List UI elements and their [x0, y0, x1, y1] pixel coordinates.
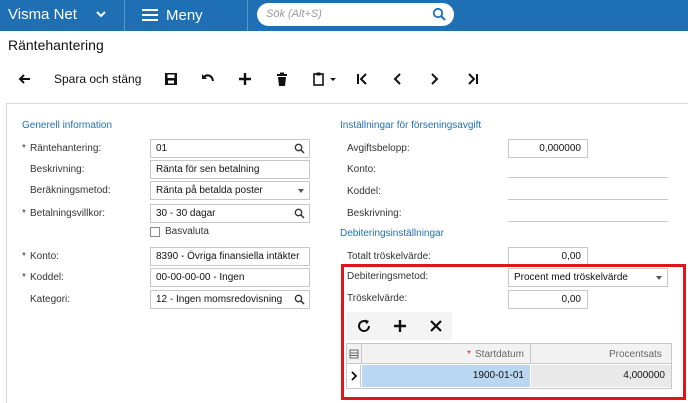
- terms-field[interactable]: 30 - 30 dagar: [150, 204, 310, 223]
- required-marker: *: [22, 251, 26, 262]
- add-button[interactable]: [237, 69, 253, 89]
- terms-value: 30 - 30 dagar: [156, 208, 216, 219]
- subaccount-label: Koddel:: [30, 272, 64, 283]
- description-label: Beskrivning:: [30, 164, 85, 175]
- terms-label: Betalningsvillkor:: [30, 208, 106, 219]
- page-title: Räntehantering: [8, 37, 104, 53]
- fee-amount-field[interactable]: 0,000000: [508, 139, 588, 158]
- late-fee-subaccount-field[interactable]: [508, 199, 668, 200]
- fee-amount-label: Avgiftsbelopp:: [347, 143, 410, 154]
- section-title-late-fee: Inställningar för förseningsavgift: [340, 120, 482, 131]
- hamburger-menu-icon[interactable]: [142, 8, 158, 22]
- search-placeholder: Sök (Alt+S): [266, 8, 322, 20]
- base-currency-checkbox[interactable]: [150, 227, 160, 237]
- first-record-button[interactable]: [354, 69, 370, 89]
- highlight-box: [341, 264, 686, 400]
- late-fee-account-label: Konto:: [347, 164, 376, 175]
- divider: [124, 0, 125, 31]
- search-icon[interactable]: [294, 294, 305, 305]
- interest-code-label: Räntehantering:: [30, 143, 102, 154]
- plus-icon: [239, 73, 251, 85]
- undo-button[interactable]: [200, 69, 216, 89]
- search-icon[interactable]: [432, 7, 446, 21]
- clipboard-icon: [313, 72, 324, 86]
- save-and-close-label: Spara och stäng: [54, 72, 142, 86]
- save-button[interactable]: [163, 69, 179, 89]
- category-label: Kategori:: [30, 294, 71, 305]
- late-fee-description-field[interactable]: [508, 221, 668, 222]
- first-icon: [357, 73, 367, 85]
- calc-method-select[interactable]: Ränta på betalda poster: [150, 181, 310, 200]
- arrow-left-icon: [18, 74, 30, 84]
- chevron-down-icon: [330, 78, 336, 81]
- account-field[interactable]: 8390 - Övriga finansiella intäkter: [150, 247, 310, 266]
- late-fee-account-field[interactable]: [508, 177, 668, 178]
- total-threshold-value: 0,00: [561, 251, 581, 262]
- trash-icon: [277, 72, 287, 86]
- calc-method-label: Beräkningsmetod:: [30, 185, 111, 196]
- account-value: 8390 - Övriga finansiella intäkter: [156, 251, 300, 262]
- category-value: 12 - Ingen momsredovisning: [156, 294, 283, 305]
- fee-amount-value: 0,000000: [539, 143, 581, 154]
- account-label: Konto:: [30, 251, 59, 262]
- subaccount-field[interactable]: 00-00-00-00 - Ingen: [150, 268, 310, 287]
- search-icon[interactable]: [294, 143, 305, 154]
- required-marker: *: [22, 208, 26, 219]
- divider: [247, 0, 248, 31]
- save-and-close-button[interactable]: Spara och stäng: [54, 69, 141, 89]
- section-title-debit: Debiteringsinställningar: [340, 228, 444, 239]
- copy-paste-dropdown[interactable]: [310, 69, 338, 89]
- total-threshold-label: Totalt tröskelvärde:: [347, 251, 431, 262]
- required-marker: *: [22, 272, 26, 283]
- prev-icon: [393, 73, 401, 85]
- required-marker: *: [22, 143, 26, 154]
- menu-button[interactable]: Meny: [166, 7, 203, 24]
- dropdown-arrow-icon: [298, 189, 304, 193]
- toolbar: Spara och stäng: [0, 62, 688, 96]
- base-currency-label: Basvaluta: [165, 226, 209, 237]
- interest-code-value: 01: [156, 143, 168, 154]
- top-navigation-bar: Visma Net Meny Sök (Alt+S): [0, 0, 688, 31]
- last-record-button[interactable]: [465, 69, 481, 89]
- last-icon: [468, 73, 478, 85]
- search-input[interactable]: Sök (Alt+S): [257, 3, 454, 26]
- app-brand[interactable]: Visma Net: [8, 6, 77, 23]
- next-record-button[interactable]: [426, 69, 442, 89]
- section-title-general: Generell information: [22, 120, 113, 131]
- next-icon: [431, 73, 439, 85]
- save-icon: [165, 73, 177, 85]
- subaccount-value: 00-00-00-00 - Ingen: [156, 272, 245, 283]
- category-field[interactable]: 12 - Ingen momsredovisning: [150, 290, 310, 309]
- delete-button[interactable]: [274, 69, 290, 89]
- back-button[interactable]: [16, 69, 34, 89]
- chevron-down-icon[interactable]: [94, 7, 108, 21]
- undo-icon: [202, 74, 214, 82]
- interest-code-field[interactable]: 01: [150, 139, 310, 158]
- description-value: Ränta för sen betalning: [156, 164, 260, 175]
- previous-record-button[interactable]: [390, 69, 406, 89]
- late-fee-subaccount-label: Koddel:: [347, 186, 381, 197]
- calc-method-value: Ränta på betalda poster: [156, 185, 263, 196]
- late-fee-description-label: Beskrivning:: [347, 208, 402, 219]
- description-field[interactable]: Ränta för sen betalning: [150, 160, 310, 179]
- search-icon[interactable]: [294, 208, 305, 219]
